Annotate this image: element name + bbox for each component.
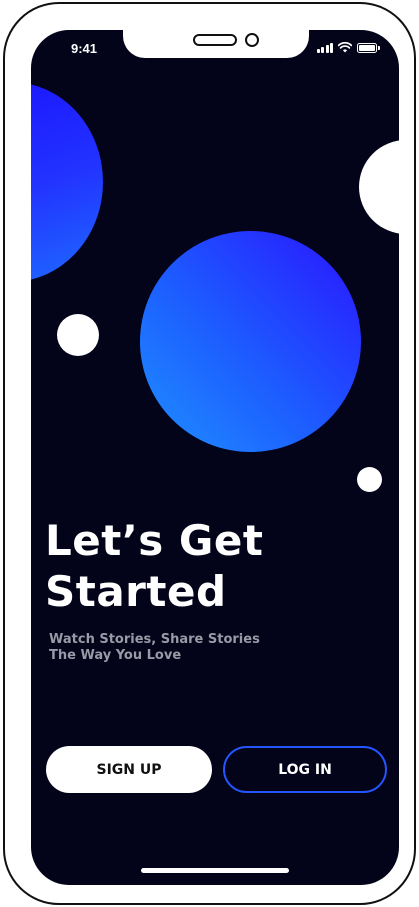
speaker-icon [193,34,237,46]
camera-icon [245,33,259,47]
phone-frame: 9:41 Let’s Get Started Watch Stories, Sh… [3,2,416,905]
device-notch [123,30,309,58]
status-icons [316,42,380,53]
subtitle: Watch Stories, Share Stories The Way You… [49,632,349,664]
signal-icon [316,42,333,53]
page-title: Let’s Get Started [45,516,264,616]
subtitle-line-2: The Way You Love [49,648,182,663]
welcome-screen: 9:41 Let’s Get Started Watch Stories, Sh… [31,30,399,885]
battery-icon [357,42,380,53]
home-indicator[interactable] [141,868,289,873]
decorative-dot-white-right [357,467,382,492]
status-time: 9:41 [71,41,98,56]
battery-fill [359,44,375,51]
wifi-icon [338,42,352,53]
decorative-circle-blue-center [140,231,361,452]
decorative-circle-white-right [359,140,399,234]
log-in-button[interactable]: LOG IN [223,746,387,793]
decorative-circle-blue-left [31,82,103,282]
subtitle-line-1: Watch Stories, Share Stories [49,632,260,647]
sign-up-button[interactable]: SIGN UP [46,746,212,793]
decorative-dot-white-left [57,314,99,356]
